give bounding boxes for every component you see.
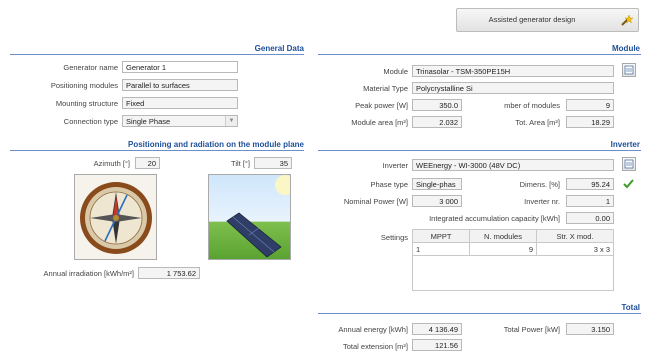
nominal-power-label: Nominal Power [W] bbox=[343, 197, 408, 206]
assisted-generator-design-button[interactable]: Assisted generator design bbox=[456, 8, 639, 32]
cell-strings[interactable]: 3 x 3 bbox=[536, 242, 614, 256]
module-label: Module bbox=[383, 67, 408, 76]
phase-type-label: Phase type bbox=[370, 180, 408, 189]
positioning-modules-field[interactable]: Parallel to surfaces bbox=[122, 79, 238, 91]
column-header-strings: Str. X mod. bbox=[536, 229, 614, 243]
phase-type-field: Single-phas bbox=[412, 178, 462, 190]
positioning-modules-label: Positioning modules bbox=[50, 81, 118, 90]
inverter-number-label: Inverter nr. bbox=[524, 197, 560, 206]
dimensioning-field: 95.24 bbox=[566, 178, 614, 190]
generator-name-input[interactable]: Generator 1 bbox=[122, 61, 238, 73]
inverter-database-button[interactable] bbox=[622, 157, 636, 171]
solar-panel-icon bbox=[226, 175, 290, 258]
settings-header-row: MPPT N. modules Str. X mod. bbox=[412, 229, 614, 243]
general-data-title: General Data bbox=[254, 44, 304, 53]
total-power-field: 3.150 bbox=[566, 323, 614, 335]
connection-type-label: Connection type bbox=[63, 117, 118, 126]
general-data-divider bbox=[10, 54, 304, 55]
mounting-structure-label: Mounting structure bbox=[55, 99, 118, 108]
radiation-section-title: Positioning and radiation on the module … bbox=[127, 140, 304, 149]
database-icon bbox=[624, 65, 634, 75]
module-database-button[interactable] bbox=[622, 63, 636, 77]
compass-icon bbox=[80, 182, 152, 254]
total-extension-label: Total extension [m²] bbox=[342, 342, 408, 351]
check-icon bbox=[623, 179, 634, 189]
annual-irradiation-label: Annual irradiation [kWh/m²] bbox=[43, 269, 134, 278]
total-area-field: 18.29 bbox=[566, 116, 614, 128]
module-field[interactable]: Trinasolar - TSM-350PE15H bbox=[412, 65, 614, 77]
inverter-field[interactable]: WEEnergy - WI-3000 (48V DC) bbox=[412, 159, 614, 171]
connection-type-select[interactable]: Single Phase ▼ bbox=[122, 115, 238, 127]
module-area-field: 2.032 bbox=[412, 116, 462, 128]
magic-wand-icon bbox=[621, 14, 633, 26]
peak-power-label: Peak power [W] bbox=[355, 101, 408, 110]
settings-label: Settings bbox=[380, 233, 408, 242]
settings-table: MPPT N. modules Str. X mod. 1 9 3 x 3 bbox=[412, 229, 614, 291]
material-type-field: Polycrystalline Si bbox=[412, 82, 614, 94]
column-header-n-modules: N. modules bbox=[469, 229, 537, 243]
database-icon bbox=[624, 159, 634, 169]
accumulation-capacity-field: 0.00 bbox=[566, 212, 614, 224]
module-area-label: Module area [m²] bbox=[351, 118, 408, 127]
table-row[interactable]: 1 9 3 x 3 bbox=[412, 242, 614, 256]
total-extension-field: 121.56 bbox=[412, 339, 462, 351]
mounting-structure-field[interactable]: Fixed bbox=[122, 97, 238, 109]
connection-type-value: Single Phase bbox=[126, 117, 171, 126]
assisted-generator-design-label: Assisted generator design bbox=[488, 15, 576, 24]
number-of-modules-label: mber of modules bbox=[504, 101, 560, 110]
total-power-label: Total Power [kW] bbox=[503, 325, 560, 334]
annual-energy-label: Annual energy [kWh] bbox=[338, 325, 408, 334]
azimuth-compass-image bbox=[74, 174, 157, 260]
inverter-label: Inverter bbox=[382, 161, 408, 170]
inverter-divider bbox=[318, 150, 641, 151]
tilt-panel-image bbox=[208, 174, 291, 260]
generator-name-label: Generator name bbox=[63, 63, 118, 72]
chevron-down-icon[interactable]: ▼ bbox=[225, 116, 237, 126]
total-area-label: Tot. Area [m²] bbox=[515, 118, 560, 127]
annual-irradiation-value: 1 753.62 bbox=[138, 267, 200, 279]
inverter-number-input[interactable]: 1 bbox=[566, 195, 614, 207]
nominal-power-field: 3 000 bbox=[412, 195, 462, 207]
peak-power-field: 350.0 bbox=[412, 99, 462, 111]
total-title: Total bbox=[621, 303, 640, 312]
dimensioning-label: Dimens. [%] bbox=[519, 180, 560, 189]
tilt-label: Tilt [°] bbox=[231, 159, 250, 168]
tilt-input[interactable]: 35 bbox=[254, 157, 292, 169]
azimuth-input[interactable]: 20 bbox=[135, 157, 160, 169]
module-title: Module bbox=[612, 44, 640, 53]
cell-n-modules[interactable]: 9 bbox=[469, 242, 537, 256]
azimuth-label: Azimuth [°] bbox=[93, 159, 130, 168]
module-divider bbox=[318, 54, 641, 55]
number-of-modules-input[interactable]: 9 bbox=[566, 99, 614, 111]
accumulation-capacity-label: Integrated accumulation capacity [kWh] bbox=[429, 214, 560, 223]
material-type-label: Material Type bbox=[363, 84, 408, 93]
column-header-mppt: MPPT bbox=[412, 229, 470, 243]
total-divider bbox=[318, 313, 641, 314]
annual-energy-field: 4 136.49 bbox=[412, 323, 462, 335]
cell-mppt[interactable]: 1 bbox=[412, 242, 470, 256]
inverter-title: Inverter bbox=[610, 140, 640, 149]
radiation-divider bbox=[10, 150, 304, 151]
